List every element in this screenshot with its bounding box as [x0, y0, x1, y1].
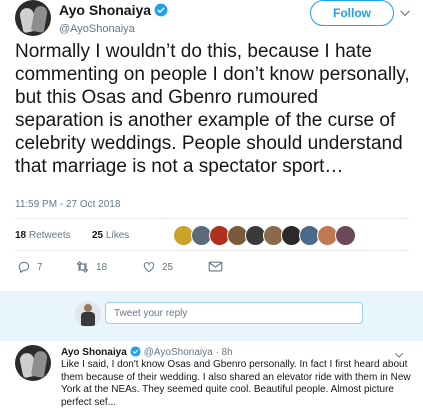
author-avatar[interactable] [15, 0, 51, 36]
author-display-name[interactable]: Ayo Shonaiya [59, 2, 151, 19]
reply-tweet[interactable]: Ayo Shonaiya @AyoShonaiya · 8h Like I sai… [0, 343, 423, 410]
reply-action[interactable]: 7 [17, 260, 43, 274]
tweet-actions: 7 18 25 [15, 258, 410, 278]
reply-count: 7 [37, 261, 43, 273]
likes-count: 25 [92, 230, 104, 241]
liker-avatar[interactable] [335, 225, 356, 246]
message-action[interactable] [208, 260, 223, 273]
likes-label: Likes [105, 230, 130, 241]
author-names: Ayo Shonaiya @AyoShonaiya [59, 2, 168, 36]
like-count: 25 [162, 261, 174, 273]
retweet-count: 18 [96, 261, 108, 273]
reply-author-avatar[interactable] [15, 345, 51, 381]
divider [15, 218, 410, 219]
follow-button[interactable]: Follow [310, 0, 394, 26]
tweet-text: Normally I wouldn’t do this, because I h… [15, 41, 410, 177]
reply-header: Ayo Shonaiya @AyoShonaiya · 8h [61, 346, 233, 360]
retweets-label: Retweets [28, 230, 71, 241]
retweets-stat[interactable]: 18 Retweets [15, 230, 71, 241]
verified-badge-icon [130, 346, 141, 360]
heart-icon [143, 262, 155, 273]
retweet-icon [76, 261, 89, 273]
reply-handle-time[interactable]: @AyoShonaiya · 8h [144, 347, 233, 358]
tweet-timestamp[interactable]: 11:59 PM - 27 Oct 2018 [15, 199, 120, 210]
author-handle[interactable]: @AyoShonaiya [59, 22, 168, 36]
likes-stat[interactable]: 25 Likes [92, 230, 129, 241]
reply-text: Like I said, I don't know Osas and Gbenr… [61, 359, 411, 408]
verified-badge-icon [154, 3, 168, 22]
reply-icon [18, 261, 30, 273]
retweets-count: 18 [15, 230, 27, 241]
divider [15, 250, 410, 251]
tweet-stats: 18 Retweets 25 Likes [15, 225, 410, 249]
chevron-down-icon[interactable] [398, 6, 412, 20]
reply-author-name[interactable]: Ayo Shonaiya [61, 347, 127, 358]
user-avatar [75, 301, 101, 327]
reply-input[interactable]: Tweet your reply [105, 302, 363, 324]
reply-composer: Tweet your reply [0, 291, 423, 341]
envelope-icon [208, 261, 223, 272]
like-action[interactable]: 25 [142, 260, 173, 274]
tweet-page: Ayo Shonaiya @AyoShonaiya Follow Normall… [0, 0, 423, 410]
retweet-action[interactable]: 18 [75, 260, 107, 274]
tweet-header: Ayo Shonaiya @AyoShonaiya Follow [15, 0, 415, 36]
